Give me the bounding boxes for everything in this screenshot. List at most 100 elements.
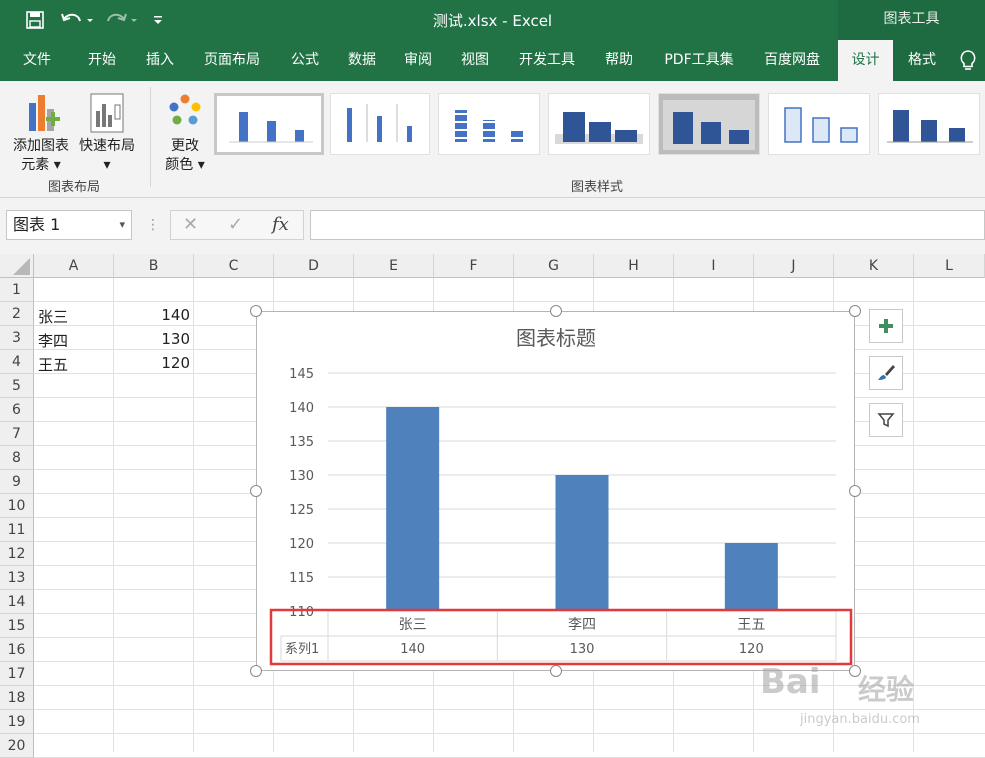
group-chart-styles-label: 图表样式 [570, 180, 623, 195]
row-header-4[interactable]: 4 [0, 350, 34, 374]
resize-handle-nw[interactable] [250, 305, 262, 317]
name-box-dropdown-icon[interactable]: ▾ [119, 211, 125, 239]
row-header-12[interactable]: 12 [0, 542, 34, 566]
cell-a3[interactable]: 李四 [38, 330, 68, 351]
row-header-16[interactable]: 16 [0, 638, 34, 662]
tab-data[interactable]: 数据 [334, 40, 390, 81]
formula-input[interactable] [310, 210, 985, 240]
col-header-b[interactable]: B [114, 254, 194, 278]
lightbulb-icon[interactable] [951, 40, 985, 81]
chart-style-2[interactable] [330, 93, 430, 155]
insert-function-icon[interactable]: fx [272, 210, 289, 240]
tab-baidu-netdisk[interactable]: 百度网盘 [752, 40, 832, 81]
cancel-icon[interactable]: ✕ [183, 210, 198, 240]
category-label: 张三 [399, 617, 427, 633]
chart-style-5[interactable] [658, 93, 760, 155]
cell-b4[interactable]: 120 [114, 354, 190, 372]
change-colors-button[interactable]: 更改 颜色 ▾ [156, 87, 214, 177]
category-label: 王五 [737, 617, 765, 633]
row-header-10[interactable]: 10 [0, 494, 34, 518]
col-header-g[interactable]: G [514, 254, 594, 278]
y-tick-label: 130 [289, 469, 314, 484]
name-box[interactable]: 图表 1 ▾ [6, 210, 132, 240]
watermark-text-1: Bai [760, 662, 821, 702]
add-chart-element-label-2: 元素 ▾ [21, 157, 61, 173]
data-table-value: 130 [570, 642, 595, 657]
row-header-2[interactable]: 2 [0, 302, 34, 326]
cell-a4[interactable]: 王五 [38, 354, 68, 375]
row-header-20[interactable]: 20 [0, 734, 34, 758]
row-header-1[interactable]: 1 [0, 278, 34, 302]
tab-format[interactable]: 格式 [893, 40, 951, 81]
ribbon-tabs: 文件 开始 插入 页面布局 公式 数据 审阅 视图 开发工具 帮助 PDF工具集… [0, 40, 985, 81]
col-header-d[interactable]: D [274, 254, 354, 278]
quick-layout-button[interactable]: 快速布局 ▾ [76, 87, 138, 177]
resize-handle-sw[interactable] [250, 665, 262, 677]
tab-home[interactable]: 开始 [72, 40, 132, 81]
row-header-18[interactable]: 18 [0, 686, 34, 710]
title-bar: 测试.xlsx - Excel 图表工具 [0, 0, 985, 40]
col-header-k[interactable]: K [834, 254, 914, 278]
chart-style-3[interactable] [438, 93, 540, 155]
col-header-c[interactable]: C [194, 254, 274, 278]
tab-design[interactable]: 设计 [838, 40, 893, 81]
chart-filters-button[interactable] [869, 403, 903, 437]
chart-style-4[interactable] [548, 93, 650, 155]
cell-b2[interactable]: 140 [114, 306, 190, 324]
enter-icon[interactable]: ✓ [228, 210, 243, 240]
change-colors-label-1: 更改 [171, 138, 199, 154]
formula-bar-more-icon: ⋮ [146, 217, 160, 233]
tab-file[interactable]: 文件 [8, 40, 66, 81]
resize-handle-e[interactable] [849, 485, 861, 497]
cell-a2[interactable]: 张三 [38, 306, 68, 327]
col-header-i[interactable]: I [674, 254, 754, 278]
select-all-corner[interactable] [0, 254, 34, 278]
col-header-e[interactable]: E [354, 254, 434, 278]
row-header-11[interactable]: 11 [0, 518, 34, 542]
col-header-a[interactable]: A [34, 254, 114, 278]
col-header-h[interactable]: H [594, 254, 674, 278]
chart-styles-button[interactable] [869, 356, 903, 390]
col-header-l[interactable]: L [914, 254, 985, 278]
row-header-15[interactable]: 15 [0, 614, 34, 638]
row-header-6[interactable]: 6 [0, 398, 34, 422]
bar-李四 [555, 475, 609, 611]
chart-style-7[interactable] [878, 93, 980, 155]
bar-张三 [386, 407, 440, 611]
tab-help[interactable]: 帮助 [592, 40, 646, 81]
filter-icon [877, 413, 895, 428]
resize-handle-ne[interactable] [849, 305, 861, 317]
chart-style-6[interactable] [768, 93, 870, 155]
chart-area[interactable]: 图表标题 145 140 135 130 125 120 115 110 张三 140 李四 130 王五… [256, 311, 855, 671]
resize-handle-n[interactable] [550, 305, 562, 317]
row-header-17[interactable]: 17 [0, 662, 34, 686]
resize-handle-w[interactable] [250, 485, 262, 497]
tab-review[interactable]: 审阅 [390, 40, 446, 81]
col-header-j[interactable]: J [754, 254, 834, 278]
resize-handle-s[interactable] [550, 665, 562, 677]
tab-view[interactable]: 视图 [446, 40, 504, 81]
add-chart-element-label-1: 添加图表 [13, 138, 69, 154]
tab-formulas[interactable]: 公式 [278, 40, 332, 81]
tab-page-layout[interactable]: 页面布局 [192, 40, 272, 81]
tab-pdf-tools[interactable]: PDF工具集 [652, 40, 746, 81]
watermark-text-3: jingyan.baidu.com [800, 712, 920, 727]
tab-developer[interactable]: 开发工具 [506, 40, 588, 81]
cell-b3[interactable]: 130 [114, 330, 190, 348]
col-header-f[interactable]: F [434, 254, 514, 278]
row-header-19[interactable]: 19 [0, 710, 34, 734]
row-header-7[interactable]: 7 [0, 422, 34, 446]
row-header-9[interactable]: 9 [0, 470, 34, 494]
y-tick-label: 125 [289, 503, 314, 518]
y-tick-label: 115 [289, 571, 314, 586]
row-header-13[interactable]: 13 [0, 566, 34, 590]
palette-icon [169, 94, 201, 125]
row-header-3[interactable]: 3 [0, 326, 34, 350]
row-header-5[interactable]: 5 [0, 374, 34, 398]
add-chart-element-button[interactable]: 添加图表 元素 ▾ [6, 87, 76, 177]
row-header-14[interactable]: 14 [0, 590, 34, 614]
tab-insert[interactable]: 插入 [132, 40, 188, 81]
chart-style-1[interactable] [214, 93, 324, 155]
chart-elements-button[interactable] [869, 309, 903, 343]
row-header-8[interactable]: 8 [0, 446, 34, 470]
